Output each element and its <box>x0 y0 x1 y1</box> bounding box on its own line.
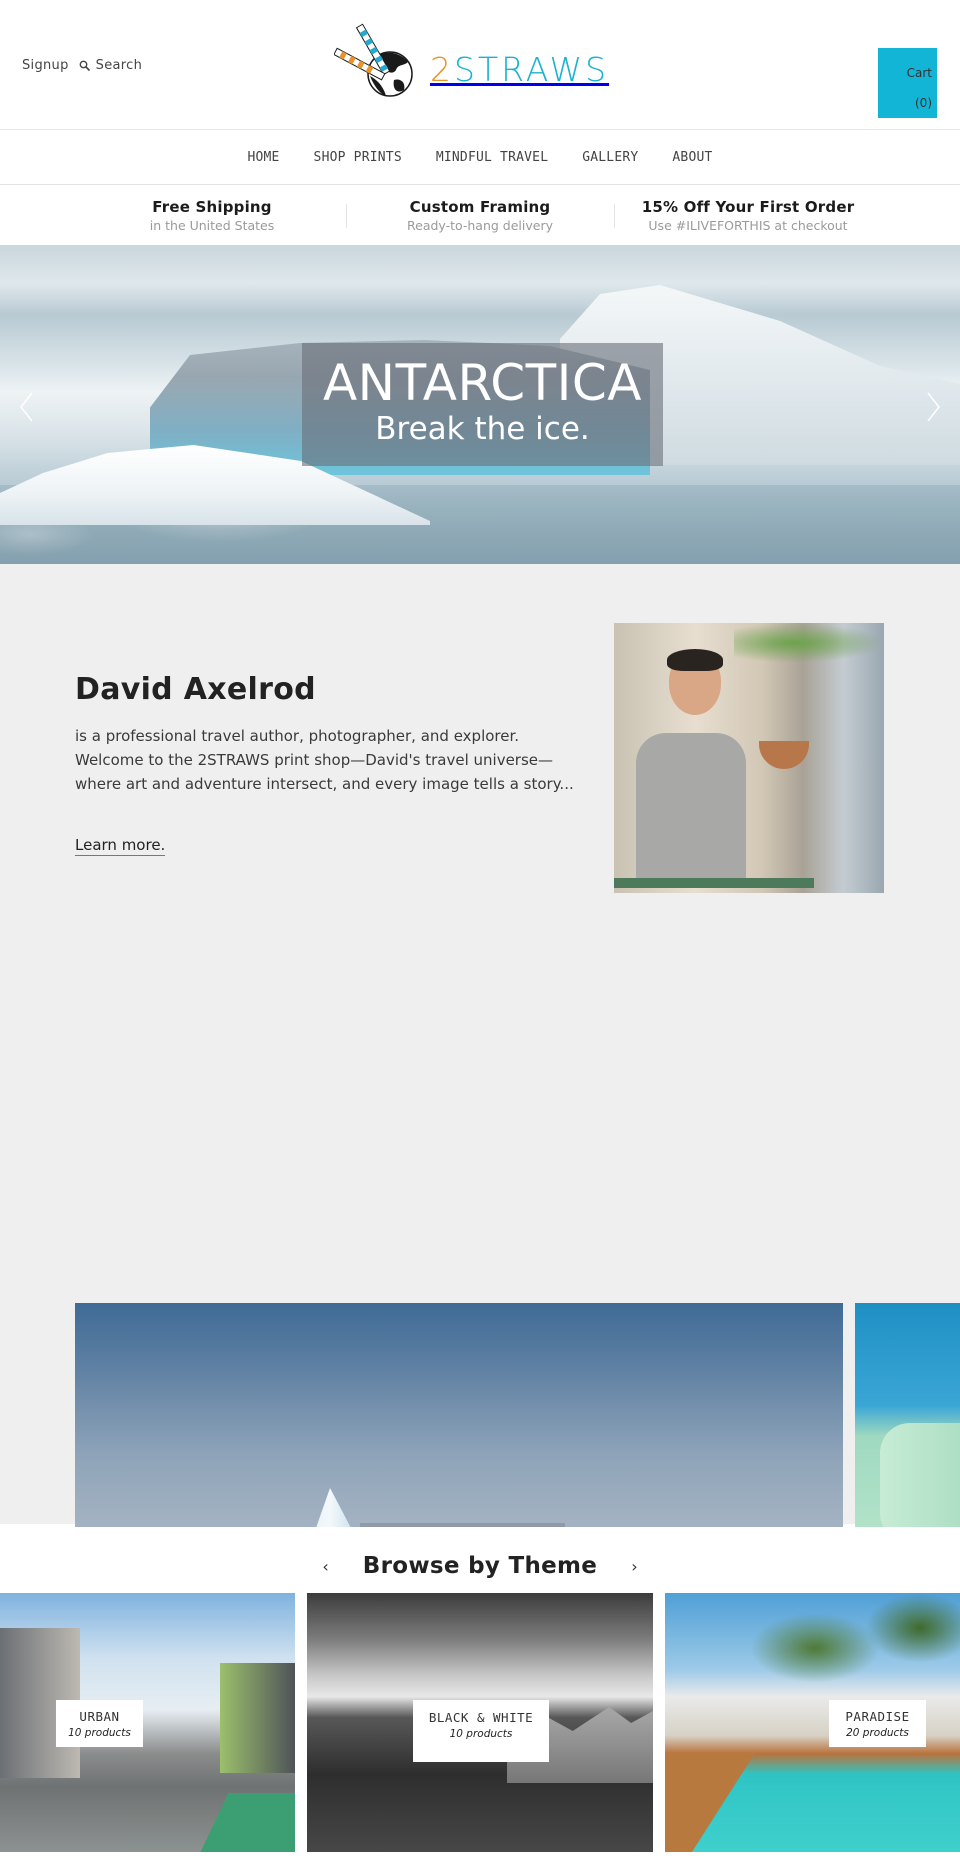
promo-subtitle: Use #ILIVEFORTHIS at checkout <box>648 217 848 233</box>
about-name: David Axelrod <box>75 672 316 707</box>
theme-title: Browse by Theme <box>362 1553 598 1579</box>
about-section: David Axelrod is a professional travel a… <box>0 564 960 1815</box>
site-header: Signup Search 2STRAWS Cart (0) <box>0 0 960 130</box>
promo-subtitle: in the United States <box>149 217 275 233</box>
hero-subtitle: Break the ice. <box>375 411 590 447</box>
search-icon <box>79 60 90 71</box>
theme-card-black-white[interactable]: BLACK & WHITE 10 products <box>307 1593 653 1852</box>
theme-product-count: 10 products <box>449 1728 513 1740</box>
site-logo[interactable]: 2STRAWS <box>334 20 609 104</box>
browse-by-theme: ‹ Browse by Theme › URBAN 10 products BL… <box>0 1527 960 1875</box>
main-nav: HOME SHOP PRINTS MINDFUL TRAVEL GALLERY … <box>0 130 960 185</box>
theme-card-label: PARADISE 20 products <box>829 1700 926 1747</box>
theme-card-label: BLACK & WHITE 10 products <box>413 1700 549 1762</box>
promo-title: 15% Off Your First Order <box>641 197 855 216</box>
nav-item-about[interactable]: ABOUT <box>672 150 712 165</box>
hero-slideshow: ANTARCTICA Break the ice. <box>0 245 960 564</box>
nav-item-mindful-travel[interactable]: MINDFUL TRAVEL <box>436 150 548 165</box>
promo-free-shipping: Free Shipping in the United States <box>78 198 346 233</box>
nav-item-gallery[interactable]: GALLERY <box>582 150 638 165</box>
promo-subtitle: Ready-to-hang delivery <box>407 217 553 233</box>
learn-more-link[interactable]: Learn more. <box>75 836 166 856</box>
search-label: Search <box>95 58 143 73</box>
cart-label: Cart <box>906 66 932 80</box>
promo-custom-framing: Custom Framing Ready-to-hang delivery <box>346 198 614 233</box>
theme-product-count: 10 products <box>68 1727 131 1739</box>
theme-name: URBAN <box>79 1709 120 1724</box>
theme-product-count: 20 products <box>846 1727 909 1739</box>
theme-prev-button[interactable]: ‹ <box>318 1557 332 1576</box>
logo-wordmark: 2STRAWS <box>430 49 610 89</box>
theme-name: PARADISE <box>845 1709 910 1724</box>
theme-next-button[interactable]: › <box>627 1557 641 1576</box>
promo-bar: Free Shipping in the United States Custo… <box>0 185 960 245</box>
hero-caption[interactable]: ANTARCTICA Break the ice. <box>302 343 663 466</box>
header-utility-links: Signup Search <box>22 58 142 73</box>
nav-item-shop-prints[interactable]: SHOP PRINTS <box>314 150 402 165</box>
theme-header: ‹ Browse by Theme › <box>0 1553 960 1579</box>
cart-count: (0) <box>915 96 932 110</box>
promo-title: Custom Framing <box>409 197 551 216</box>
hero-title: ANTARCTICA <box>322 354 643 412</box>
search-link[interactable]: Search <box>79 58 142 73</box>
author-portrait <box>614 623 884 893</box>
chevron-right-icon[interactable] <box>922 390 944 424</box>
theme-card-label: URBAN 10 products <box>56 1700 143 1747</box>
theme-name: BLACK & WHITE <box>428 1710 534 1725</box>
straws-globe-icon <box>334 23 413 97</box>
signup-link[interactable]: Signup <box>22 58 69 73</box>
theme-card-paradise[interactable]: PARADISE 20 products <box>665 1593 960 1852</box>
about-bio: is a professional travel author, photogr… <box>75 727 574 793</box>
promo-first-order-discount: 15% Off Your First Order Use #ILIVEFORTH… <box>614 198 882 233</box>
theme-card-urban[interactable]: URBAN 10 products <box>0 1593 295 1852</box>
chevron-left-icon[interactable] <box>16 390 38 424</box>
cart-button[interactable]: Cart (0) <box>878 48 937 118</box>
promo-title: Free Shipping <box>152 197 272 216</box>
nav-item-home[interactable]: HOME <box>247 150 279 165</box>
